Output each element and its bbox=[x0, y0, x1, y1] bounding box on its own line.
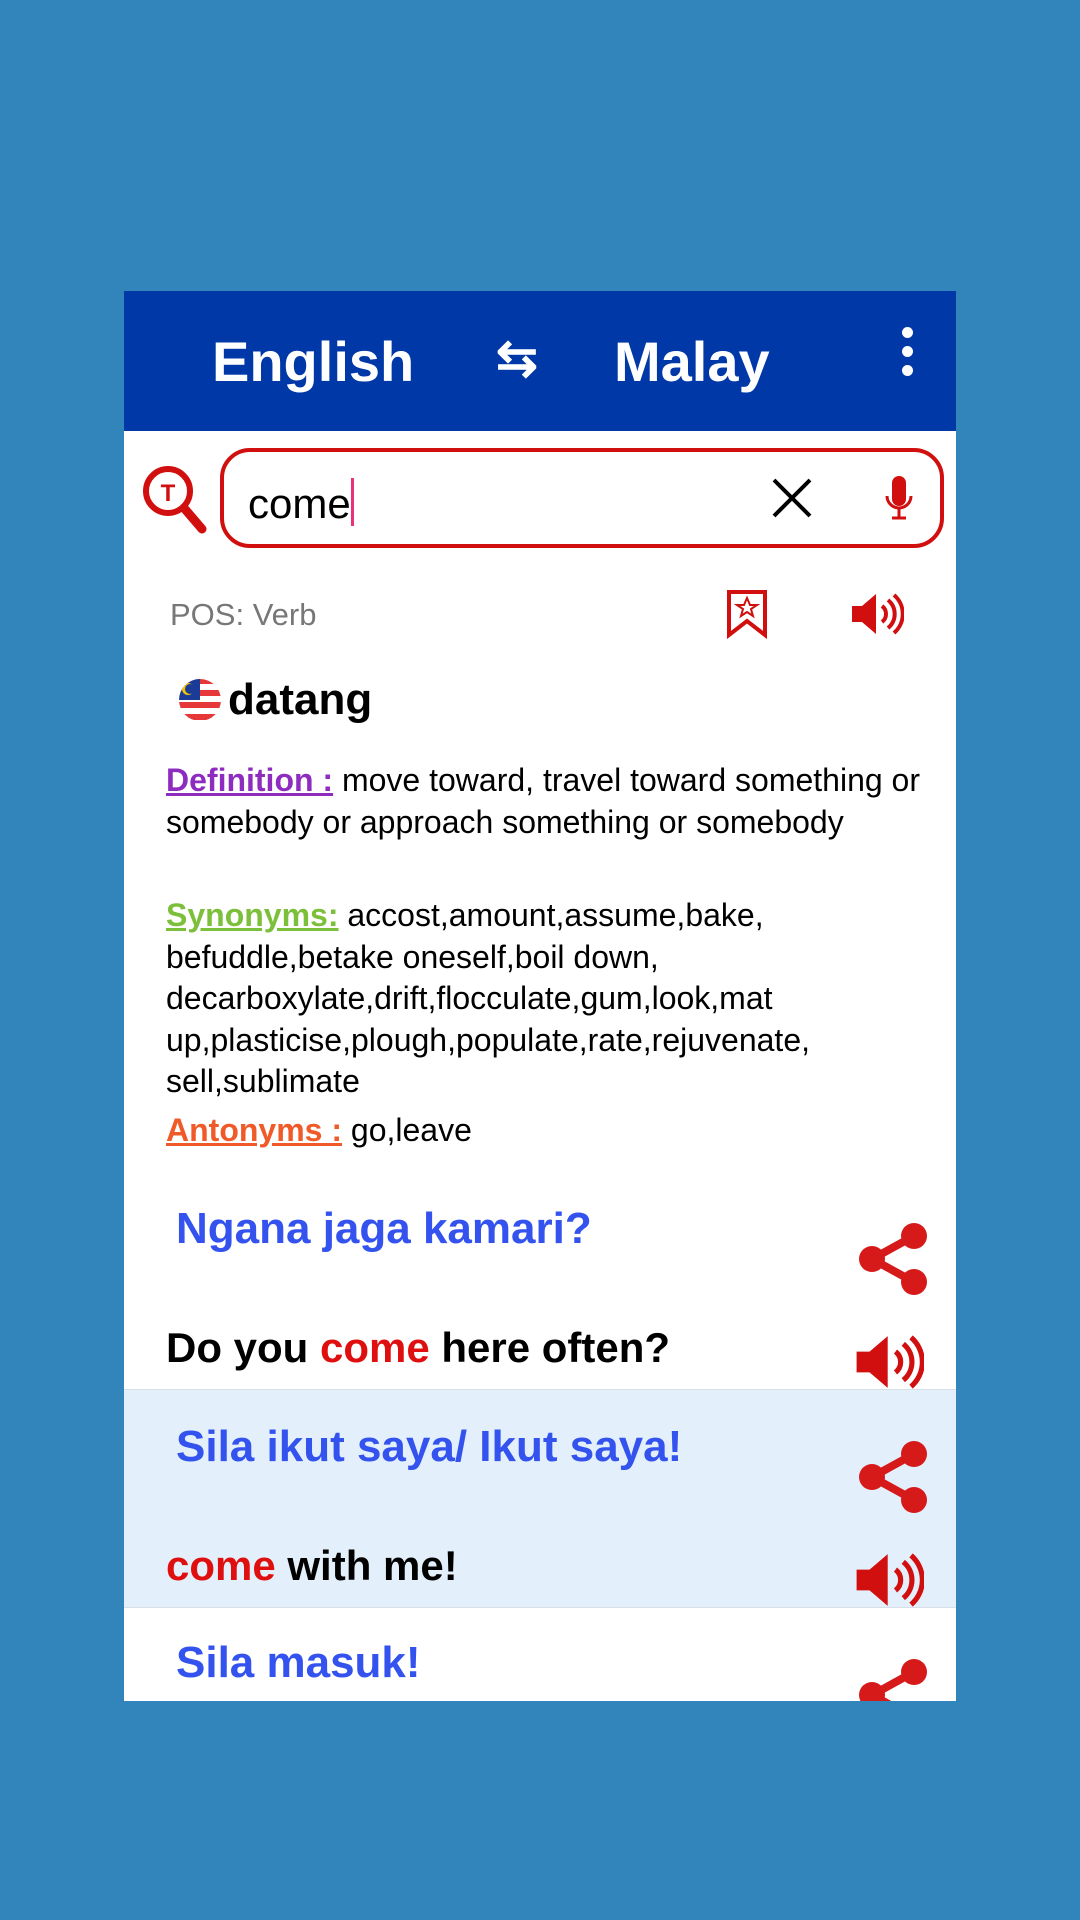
translate-search-icon[interactable]: T bbox=[140, 463, 208, 535]
example-sentence: Do you come here often? bbox=[166, 1324, 670, 1372]
example-translation: Ngana jaga kamari? bbox=[176, 1204, 592, 1253]
example-sentence: come with me! bbox=[166, 1542, 458, 1590]
share-icon[interactable] bbox=[858, 1658, 928, 1701]
close-icon[interactable] bbox=[768, 474, 816, 522]
more-vertical-icon[interactable] bbox=[902, 327, 914, 384]
app-header: English ⇆ Malay bbox=[124, 291, 956, 431]
example-translation: Sila masuk! bbox=[176, 1638, 421, 1687]
definition-label: Definition : bbox=[166, 762, 334, 798]
sentence-text: with me! bbox=[275, 1542, 458, 1589]
search-value[interactable]: come bbox=[248, 480, 351, 527]
example-translation: Sila ikut saya/ Ikut saya! bbox=[176, 1422, 683, 1471]
malaysia-flag-icon bbox=[179, 679, 221, 721]
definition: Definition : move toward, travel toward … bbox=[166, 760, 936, 843]
sentence-text: Do you bbox=[166, 1324, 320, 1371]
highlighted-word: come bbox=[320, 1324, 430, 1371]
example-row: Ngana jaga kamari? Do you come here ofte… bbox=[124, 1172, 956, 1390]
microphone-icon[interactable] bbox=[884, 472, 914, 524]
part-of-speech: POS: Verb bbox=[170, 597, 317, 632]
text-caret bbox=[350, 478, 354, 526]
highlighted-word: come bbox=[166, 1542, 276, 1589]
svg-text:T: T bbox=[161, 480, 176, 507]
antonyms-label: Antonyms : bbox=[166, 1112, 342, 1148]
example-row: Sila masuk! bbox=[124, 1608, 956, 1701]
speaker-icon[interactable] bbox=[850, 591, 904, 637]
synonyms: Synonyms: accost,amount,assume,bake, bef… bbox=[166, 895, 936, 1103]
translated-word: datang bbox=[178, 675, 372, 725]
antonyms: Antonyms : go,leave bbox=[166, 1110, 936, 1152]
share-icon[interactable] bbox=[858, 1440, 928, 1514]
synonyms-label: Synonyms: bbox=[166, 897, 339, 933]
speaker-icon[interactable] bbox=[854, 1550, 924, 1610]
source-language[interactable]: English bbox=[212, 329, 414, 394]
speaker-icon[interactable] bbox=[854, 1332, 924, 1392]
dictionary-card: English ⇆ Malay T come POS: Verb datang … bbox=[124, 291, 956, 1701]
word-text: datang bbox=[228, 675, 373, 724]
bookmark-star-icon[interactable] bbox=[726, 589, 768, 639]
antonyms-text: go,leave bbox=[342, 1112, 472, 1148]
share-icon[interactable] bbox=[858, 1222, 928, 1296]
example-row: Sila ikut saya/ Ikut saya! come with me! bbox=[124, 1390, 956, 1608]
swap-arrows-icon[interactable]: ⇆ bbox=[496, 329, 538, 387]
sentence-text: here often? bbox=[429, 1324, 671, 1371]
target-language[interactable]: Malay bbox=[614, 329, 770, 394]
search-input[interactable]: come bbox=[220, 448, 944, 548]
